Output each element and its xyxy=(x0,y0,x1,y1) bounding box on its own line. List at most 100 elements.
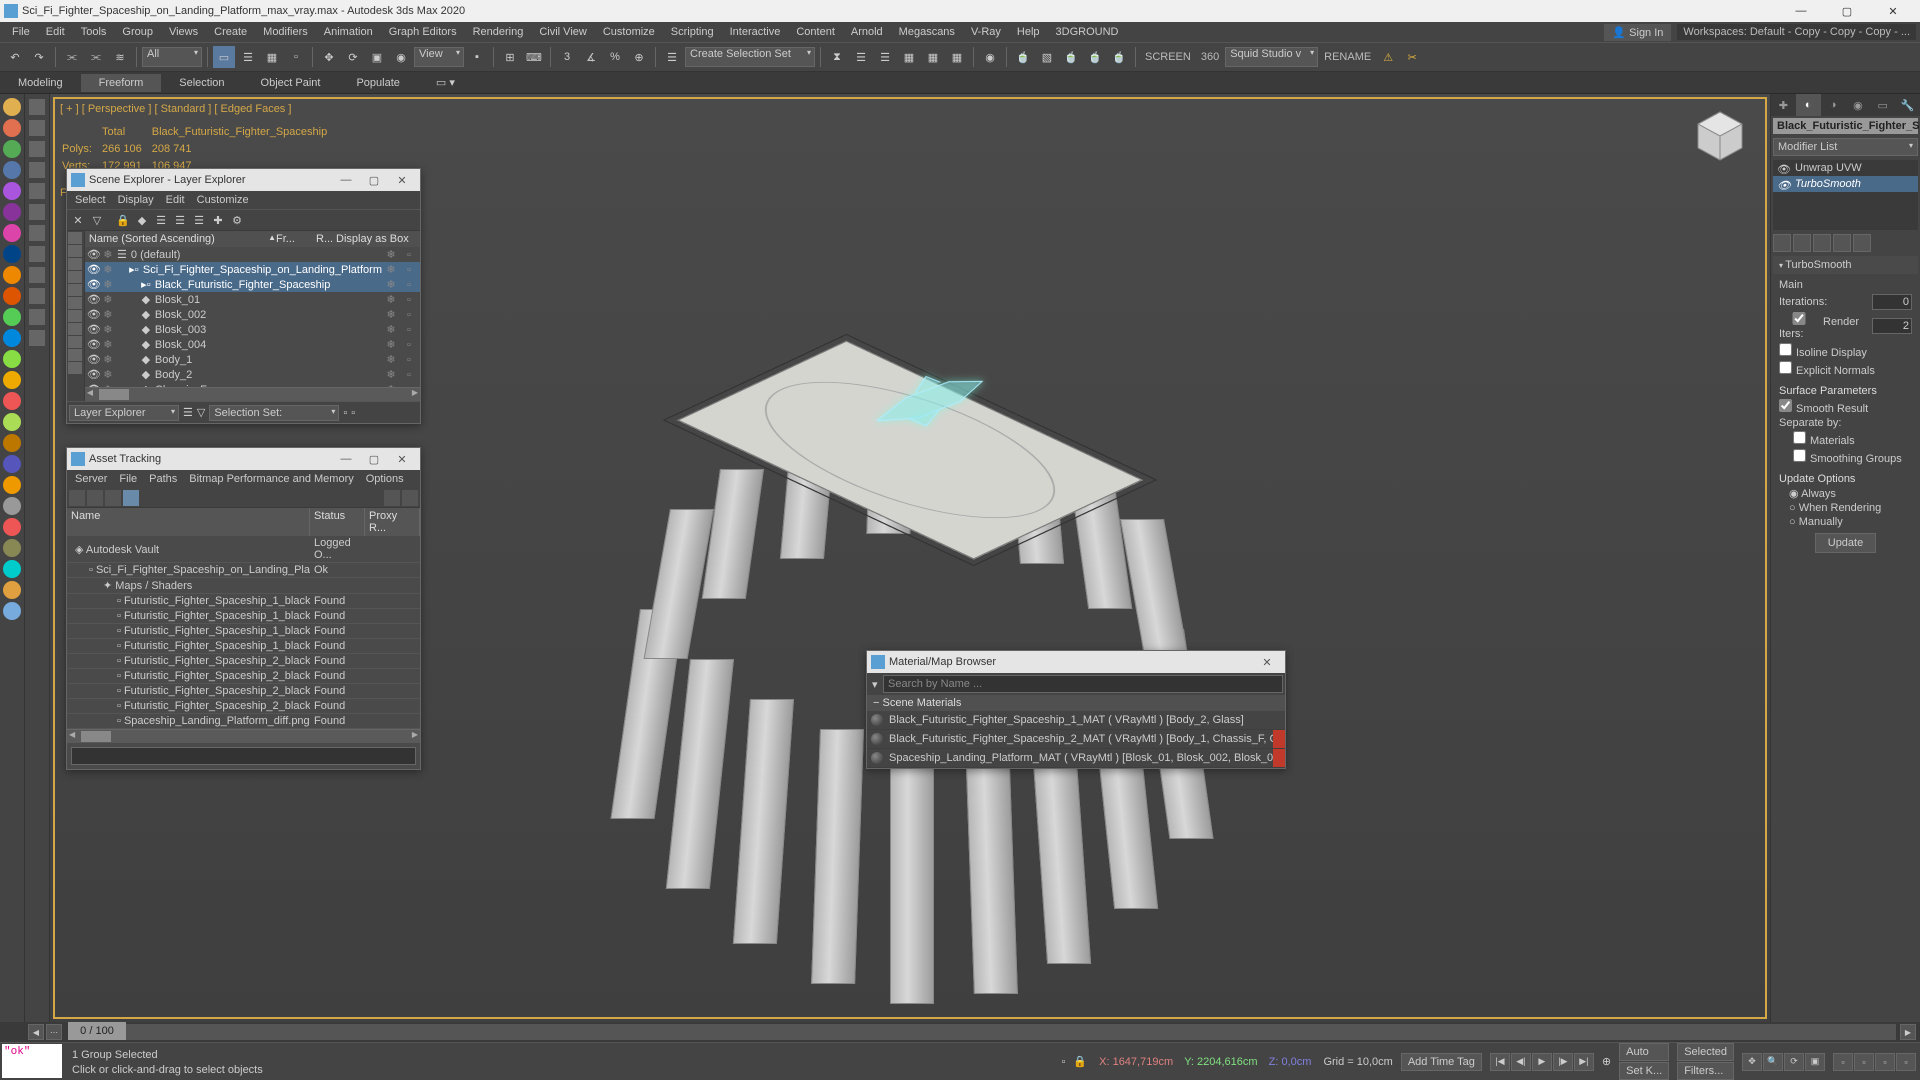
menu-graph-editors[interactable]: Graph Editors xyxy=(381,24,465,40)
ribbon-object paint[interactable]: Object Paint xyxy=(243,74,339,92)
left-snap-1[interactable] xyxy=(29,120,45,136)
left-tool-1[interactable] xyxy=(3,119,21,137)
left-snap-10[interactable] xyxy=(29,309,45,325)
close-button[interactable]: ✕ xyxy=(1870,0,1916,22)
prev-frame-button[interactable]: ◀| xyxy=(1511,1053,1531,1071)
menu-customize[interactable]: Customize xyxy=(595,24,663,40)
scene-item-blosk-002[interactable]: 👁❄◆Blosk_002❄▫ xyxy=(85,307,420,322)
asset-row[interactable]: ▫ Futuristic_Fighter_Spaceship_1_black_R… xyxy=(67,639,420,654)
pivot-button[interactable]: ▪ xyxy=(466,46,488,68)
asset-row[interactable]: ▫ Futuristic_Fighter_Spaceship_2_black_M… xyxy=(67,669,420,684)
timeline-slider[interactable]: 0 / 100 xyxy=(68,1022,126,1040)
ribbon-selection[interactable]: Selection xyxy=(161,74,242,92)
selection-filter-dropdown[interactable]: All xyxy=(142,47,202,67)
left-tool-15[interactable] xyxy=(3,413,21,431)
timeline-next-button[interactable]: ▶ xyxy=(1900,1024,1916,1040)
manipulate-button[interactable]: ⊞ xyxy=(499,46,521,68)
left-tool-5[interactable] xyxy=(3,203,21,221)
se-selset-dropdown[interactable]: Selection Set: xyxy=(209,405,339,421)
lock-icon[interactable]: 🔒 xyxy=(1073,1055,1087,1068)
se-tool-icon[interactable]: ☰ xyxy=(171,211,189,229)
redo-button[interactable]: ↷ xyxy=(28,46,50,68)
se-foot-btn1[interactable]: ☰ xyxy=(183,406,193,419)
menu-create[interactable]: Create xyxy=(206,24,255,40)
snap-button[interactable]: 3 xyxy=(556,46,578,68)
keyfilter-selected[interactable]: Selected xyxy=(1677,1043,1734,1061)
left-snap-6[interactable] xyxy=(29,225,45,241)
menu-civil-view[interactable]: Civil View xyxy=(531,24,594,40)
material-item-1[interactable]: Black_Futuristic_Fighter_Spaceship_2_MAT… xyxy=(867,730,1285,749)
tab-modify[interactable]: ◐ xyxy=(1796,94,1821,116)
time-tag-button[interactable]: Add Time Tag xyxy=(1401,1053,1482,1071)
tab-motion[interactable]: ◉ xyxy=(1845,94,1870,116)
left-snap-8[interactable] xyxy=(29,267,45,283)
rotate-button[interactable]: ⟳ xyxy=(342,46,364,68)
ribbon-modeling[interactable]: Modeling xyxy=(0,74,81,92)
scissors-icon[interactable]: ✂ xyxy=(1401,46,1423,68)
mirror-button[interactable]: ⧗ xyxy=(826,46,848,68)
ribbon-freeform[interactable]: Freeform xyxy=(81,74,162,92)
se-menu-edit[interactable]: Edit xyxy=(160,193,191,207)
menu-animation[interactable]: Animation xyxy=(316,24,381,40)
scene-item-blosk-003[interactable]: 👁❄◆Blosk_003❄▫ xyxy=(85,322,420,337)
rename-label[interactable]: RENAME xyxy=(1320,51,1375,63)
selection-set-dropdown[interactable]: Create Selection Set xyxy=(685,47,815,67)
left-tool-17[interactable] xyxy=(3,455,21,473)
left-tool-11[interactable] xyxy=(3,329,21,347)
menu-group[interactable]: Group xyxy=(114,24,161,40)
coordinates-readout[interactable]: X: 1647,719cm Y: 2204,616cm Z: 0,0cm xyxy=(1095,1056,1315,1068)
curve-editor-button[interactable]: ▦ xyxy=(922,46,944,68)
modifier-turbosmooth[interactable]: 👁TurboSmooth xyxy=(1773,176,1918,192)
left-tool-0[interactable] xyxy=(3,98,21,116)
se-search-close[interactable]: ✕ xyxy=(69,211,87,229)
angle-snap-button[interactable]: ∡ xyxy=(580,46,602,68)
se-filter-4[interactable] xyxy=(68,284,82,296)
pin-stack-button[interactable] xyxy=(1773,234,1791,252)
render-setup-button[interactable]: 🍵 xyxy=(1012,46,1034,68)
autokey-button[interactable]: Auto xyxy=(1619,1043,1669,1061)
se-foot-btn2[interactable]: ▽ xyxy=(197,406,205,419)
unique-button[interactable] xyxy=(1813,234,1831,252)
sep-sg-check[interactable] xyxy=(1793,449,1806,462)
menu-scripting[interactable]: Scripting xyxy=(663,24,722,40)
maximize-button[interactable]: ▢ xyxy=(1824,0,1870,22)
at-menu-bitmap-performance-and-memory[interactable]: Bitmap Performance and Memory xyxy=(183,472,359,486)
studio-dropdown[interactable]: Squid Studio v xyxy=(1225,47,1318,67)
panel-close[interactable]: ✕ xyxy=(388,453,416,466)
asset-row[interactable]: ▫ Futuristic_Fighter_Spaceship_2_black_R… xyxy=(67,699,420,714)
setkey-button[interactable]: Set K... xyxy=(1619,1062,1669,1080)
left-tool-9[interactable] xyxy=(3,287,21,305)
se-filter-0[interactable] xyxy=(68,232,82,244)
menu-edit[interactable]: Edit xyxy=(38,24,73,40)
undo-button[interactable]: ↶ xyxy=(4,46,26,68)
scene-explorer-titlebar[interactable]: Scene Explorer - Layer Explorer — ▢ ✕ xyxy=(67,169,420,191)
left-tool-23[interactable] xyxy=(3,581,21,599)
left-tool-16[interactable] xyxy=(3,434,21,452)
left-tool-8[interactable] xyxy=(3,266,21,284)
timeline-prev-button[interactable]: ◀ xyxy=(28,1024,44,1040)
tab-create[interactable]: ✚ xyxy=(1771,94,1796,116)
se-menu-customize[interactable]: Customize xyxy=(191,193,255,207)
left-snap-3[interactable] xyxy=(29,162,45,178)
material-browser-titlebar[interactable]: Material/Map Browser ✕ xyxy=(867,651,1285,673)
panel-maximize[interactable]: ▢ xyxy=(360,174,388,187)
remove-mod-button[interactable] xyxy=(1833,234,1851,252)
se-display-icon[interactable]: ◆ xyxy=(133,211,151,229)
asset-row[interactable]: ◈ Autodesk VaultLogged O... xyxy=(67,536,420,563)
placement-button[interactable]: ◉ xyxy=(390,46,412,68)
tab-utilities[interactable]: 🔧 xyxy=(1895,94,1920,116)
render-iters-input[interactable] xyxy=(1872,318,1912,334)
scene-item-black-futuristic-fighter-spaceship[interactable]: 👁❄▸▫Black_Futuristic_Fighter_Spaceship❄▫ xyxy=(85,277,420,292)
se-tool3-icon[interactable]: ⚙ xyxy=(228,211,246,229)
left-tool-22[interactable] xyxy=(3,560,21,578)
left-snap-5[interactable] xyxy=(29,204,45,220)
se-filter-3[interactable] xyxy=(68,271,82,283)
left-snap-11[interactable] xyxy=(29,330,45,346)
smooth-result-check[interactable] xyxy=(1779,399,1792,412)
se-layer-icon[interactable]: ☰ xyxy=(152,211,170,229)
select-button[interactable]: ▭ xyxy=(213,46,235,68)
toggle-button[interactable]: ▦ xyxy=(898,46,920,68)
timeline-track[interactable] xyxy=(68,1024,1896,1040)
left-tool-13[interactable] xyxy=(3,371,21,389)
left-tool-7[interactable] xyxy=(3,245,21,263)
